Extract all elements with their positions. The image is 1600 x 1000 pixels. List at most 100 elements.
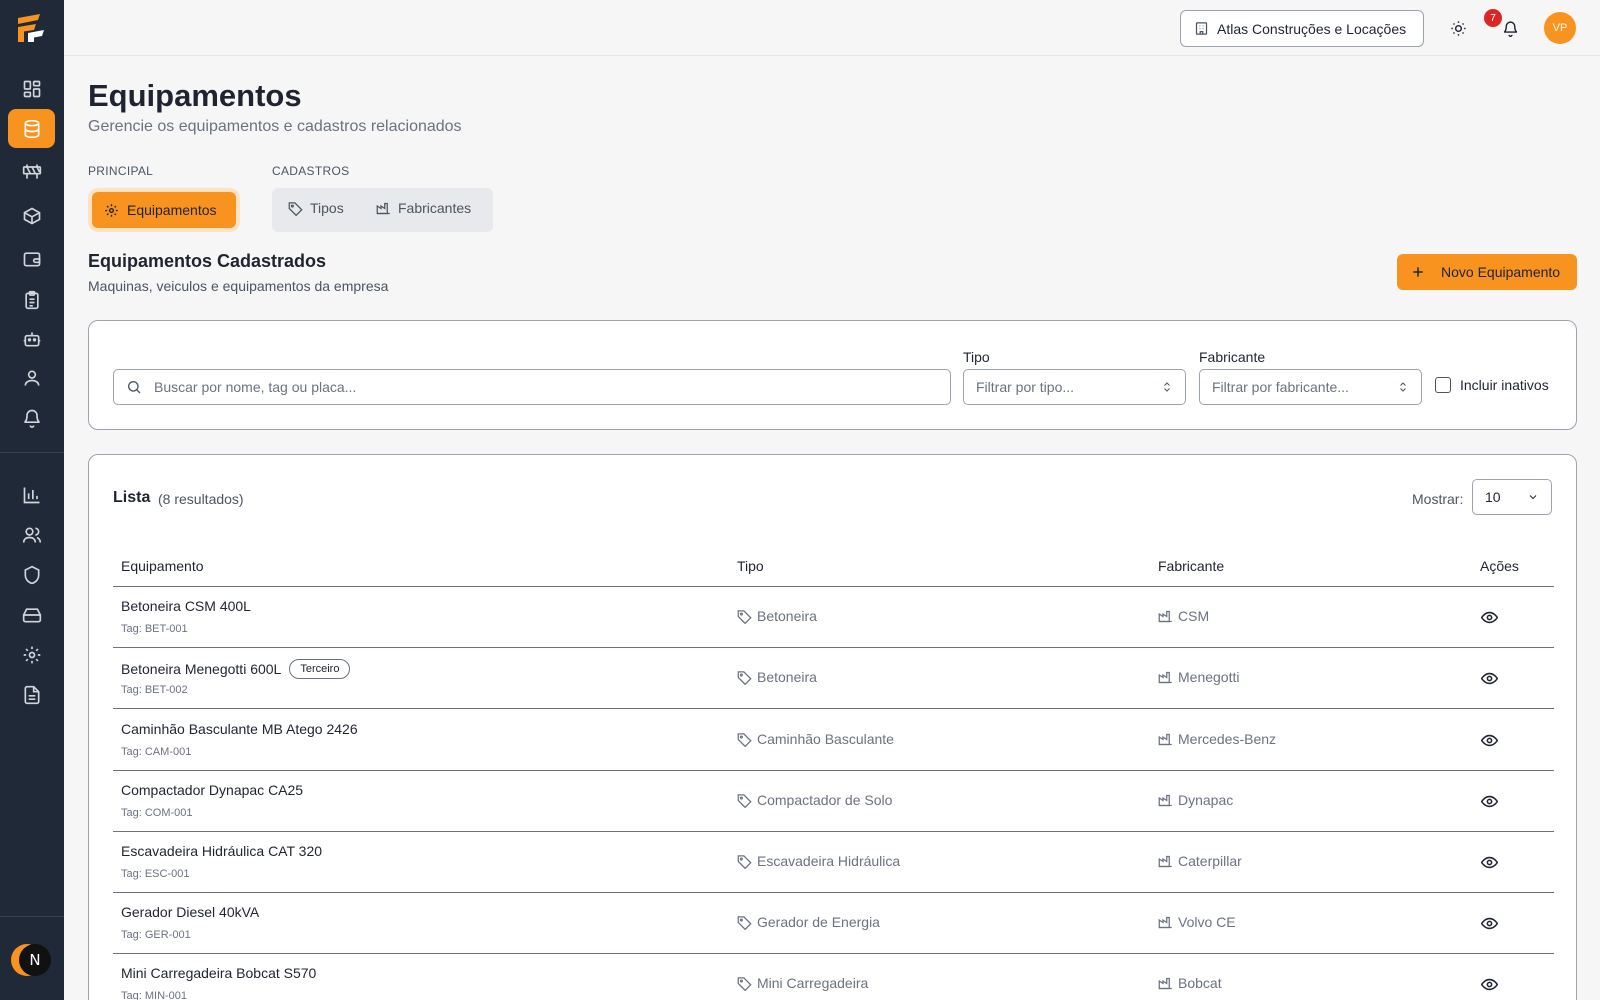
equipment-name-cell: Betoneira CSM 400L: [121, 598, 251, 614]
equipment-maker-cell: Bobcat: [1158, 975, 1222, 991]
equipment-tag: Tag: CAM-001: [121, 746, 192, 758]
equipment-type-cell: Escavadeira Hidráulica: [737, 853, 900, 869]
wallet-icon: [23, 251, 40, 266]
tag-icon: [737, 670, 752, 685]
table-row[interactable]: Escavadeira Hidráulica CAT 320 Tag: ESC-0…: [113, 832, 1554, 893]
equipment-maker: Volvo CE: [1178, 914, 1236, 930]
company-selector[interactable]: Atlas Construções e Locações: [1180, 10, 1424, 47]
view-button[interactable]: [1478, 973, 1500, 995]
table-row[interactable]: Caminhão Basculante MB Atego 2426 Tag: CA…: [113, 710, 1554, 771]
equipment-type: Compactador de Solo: [757, 792, 893, 808]
equipment-maker: Caterpillar: [1178, 853, 1242, 869]
users-icon: [22, 527, 41, 543]
sidebar-item-obras[interactable]: [8, 152, 55, 191]
equipment-name: Compactador Dynapac CA25: [121, 782, 304, 798]
theme-toggle[interactable]: [1446, 16, 1470, 40]
equipment-maker-cell: Menegotti: [1158, 669, 1239, 685]
equipment-maker-cell: Volvo CE: [1158, 914, 1236, 930]
tab-fabricantes[interactable]: Fabricantes: [376, 200, 471, 216]
sidebar-item-seguranca[interactable]: [8, 555, 55, 594]
equipment-tag: Tag: BET-001: [121, 623, 188, 635]
view-button[interactable]: [1478, 667, 1500, 689]
view-button[interactable]: [1478, 912, 1500, 934]
view-button[interactable]: [1478, 729, 1500, 751]
sidebar-item-relatorios[interactable]: [8, 280, 55, 319]
barrier-icon: [22, 164, 41, 179]
sidebar-item-financeiro[interactable]: [8, 239, 55, 278]
include-inactive-toggle[interactable]: Incluir inativos: [1435, 377, 1549, 393]
equipment-type: Betoneira: [757, 669, 817, 685]
equipment-type: Betoneira: [757, 608, 817, 624]
equipment-maker: Mercedes-Benz: [1178, 731, 1277, 747]
tag-icon: [737, 609, 752, 624]
sidebar-item-usuario[interactable]: [8, 358, 55, 397]
view-button[interactable]: [1478, 790, 1500, 812]
equipment-type: Caminhão Basculante: [757, 731, 894, 747]
view-button[interactable]: [1478, 606, 1500, 628]
new-equipment-button[interactable]: Novo Equipamento: [1397, 254, 1577, 290]
table-row[interactable]: Betoneira CSM 400L Tag: BET-001 Betoneira C…: [113, 587, 1554, 648]
table-row[interactable]: Mini Carregadeira Bobcat S570 Tag: MIN-00…: [113, 954, 1554, 1000]
equipment-type: Escavadeira Hidráulica: [757, 853, 901, 869]
clipboard-icon: [24, 290, 39, 309]
maker-filter-label: Fabricante: [1199, 349, 1266, 365]
sidebar-user[interactable]: N: [11, 942, 51, 978]
avatar[interactable]: VP: [1544, 12, 1576, 44]
robot-icon: [23, 331, 40, 346]
chevrons-up-down-icon: [1400, 382, 1406, 392]
sidebar-item-armazenamento[interactable]: [8, 595, 55, 634]
equipment-type-cell: Mini Carregadeira: [737, 975, 868, 991]
notification-badge: 7: [1484, 9, 1502, 27]
sidebar-item-dashboard[interactable]: [8, 69, 55, 108]
equipment-name-cell: Betoneira Menegotti 600L Terceiro: [121, 659, 351, 679]
tab-group-label-cadastros: CADASTROS: [272, 164, 350, 178]
include-inactive-label: Incluir inativos: [1460, 377, 1549, 393]
tag-icon: [737, 976, 752, 991]
shield-icon: [24, 565, 39, 584]
table-row[interactable]: Betoneira Menegotti 600L Terceiro Tag: BET…: [113, 648, 1554, 709]
equipment-name: Gerador Diesel 40kVA: [121, 904, 260, 920]
equipment-name: Escavadeira Hidráulica CAT 320: [121, 843, 323, 859]
equipment-maker-cell: CSM: [1158, 608, 1209, 624]
equipment-tag: Tag: GER-001: [121, 929, 191, 941]
sidebar-item-produtos[interactable]: [8, 196, 55, 235]
equipment-maker-cell: Mercedes-Benz: [1158, 731, 1276, 747]
sidebar-item-equipamentos[interactable]: [8, 109, 55, 148]
sidebar-item-configuracoes[interactable]: [8, 635, 55, 674]
page-size-select[interactable]: 10: [1472, 479, 1552, 515]
tag-icon: [737, 854, 752, 869]
maker-filter-select[interactable]: Filtrar por fabricante...: [1199, 369, 1422, 405]
equipment-maker: Dynapac: [1178, 792, 1234, 808]
plus-icon: [1413, 267, 1423, 277]
sidebar-item-notificacoes[interactable]: [8, 398, 55, 437]
column-header-tipo[interactable]: Tipo: [737, 558, 764, 574]
eye-icon: [1480, 978, 1498, 990]
include-inactive-checkbox[interactable]: [1435, 377, 1451, 393]
column-header-equipamento[interactable]: Equipamento: [121, 558, 204, 574]
column-header-fabricante[interactable]: Fabricante: [1158, 558, 1224, 574]
table-row[interactable]: Gerador Diesel 40kVA Tag: GER-001 Gerador …: [113, 893, 1554, 954]
chevrons-up-down-icon: [1164, 382, 1170, 392]
sidebar-item-equipe[interactable]: [8, 515, 55, 554]
search-input[interactable]: Buscar por nome, tag ou placa...: [113, 369, 951, 405]
list-count: (8 resultados): [158, 491, 244, 507]
sidebar-item-graficos[interactable]: [8, 475, 55, 514]
tab-equipamentos[interactable]: Equipamentos: [92, 192, 236, 228]
sidebar-item-documentos[interactable]: [8, 675, 55, 714]
equipment-maker: CSM: [1178, 608, 1210, 624]
equipment-name: Caminhão Basculante MB Atego 2426: [121, 721, 358, 737]
tab-group-label-principal: PRINCIPAL: [88, 164, 154, 178]
tab-tipos[interactable]: Tipos: [288, 200, 344, 216]
search-icon: [128, 381, 141, 394]
equipment-maker-cell: Caterpillar: [1158, 853, 1242, 869]
view-button[interactable]: [1478, 851, 1500, 873]
type-filter-select[interactable]: Filtrar por tipo...: [963, 369, 1186, 405]
equipment-name: Betoneira Menegotti 600L: [121, 661, 282, 677]
chevron-down-icon: [1529, 495, 1537, 500]
sidebar-item-automacao[interactable]: [8, 319, 55, 358]
eye-icon: [1480, 734, 1498, 746]
tag-icon: [288, 201, 303, 216]
table-row[interactable]: Compactador Dynapac CA25 Tag: COM-001 Comp…: [113, 771, 1554, 832]
equipment-name: Betoneira CSM 400L: [121, 598, 251, 614]
app-logo[interactable]: [14, 10, 50, 46]
